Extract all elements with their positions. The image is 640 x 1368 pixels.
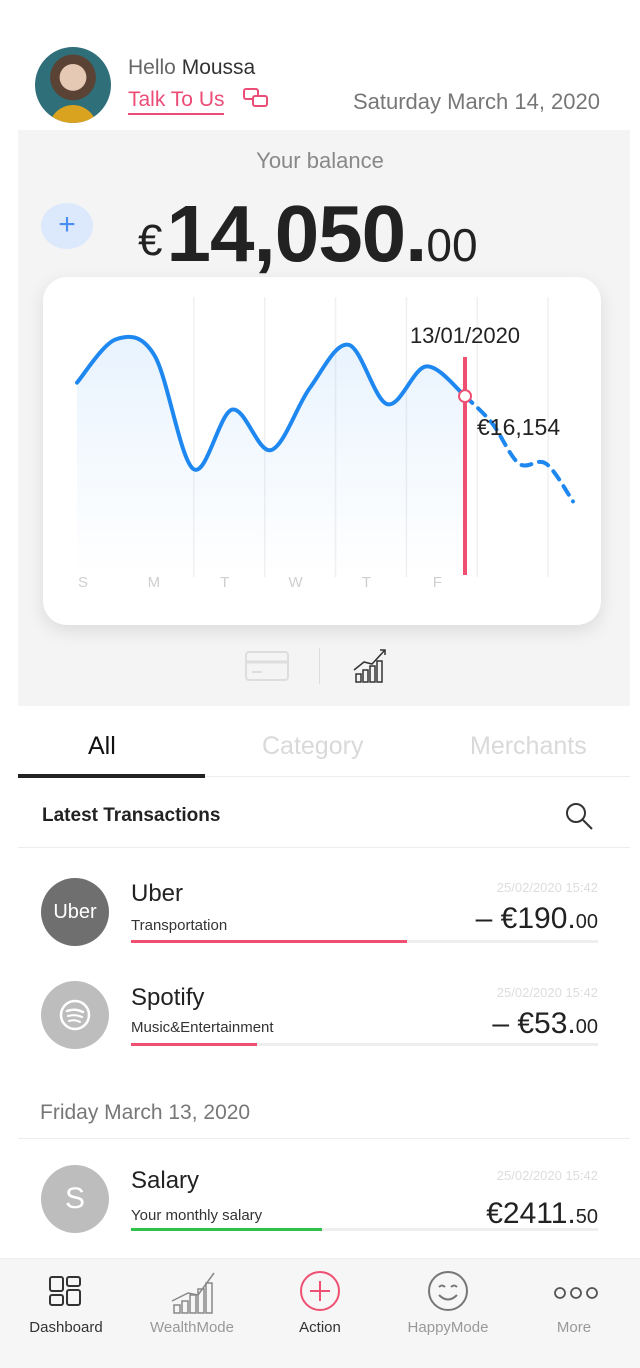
amount-main: – €53.	[492, 1007, 576, 1040]
uber-logo: Uber	[41, 878, 109, 946]
transaction-category: Music&Entertainment	[131, 1019, 274, 1036]
divider	[18, 1138, 630, 1139]
avatar[interactable]	[35, 47, 111, 123]
chat-icon[interactable]	[242, 86, 270, 110]
spend-bar	[131, 940, 598, 943]
balance-integer: 14,050.	[166, 189, 427, 278]
transaction-time: 25/02/2020 15:42	[496, 880, 598, 895]
search-icon[interactable]	[564, 801, 594, 831]
marker-date: 13/01/2020	[410, 323, 520, 348]
transaction-category: Your monthly salary	[131, 1207, 263, 1224]
marker-value: €16,154	[477, 414, 560, 440]
tab-all[interactable]: All	[88, 732, 116, 761]
amount-cents: 50	[575, 1206, 598, 1228]
wealth-chart-icon	[171, 1272, 215, 1314]
more-dots-icon	[554, 1287, 598, 1299]
nav-more[interactable]: More	[510, 1259, 638, 1368]
balance-chart[interactable]: 13/01/2020 €16,154 S M T W T F	[43, 277, 601, 625]
toggle-divider	[319, 648, 320, 684]
talk-to-us-link[interactable]: Talk To Us	[128, 88, 225, 115]
amount-cents: 00	[575, 911, 598, 933]
active-tab-indicator	[18, 774, 205, 778]
greeting-text: Hello	[128, 56, 176, 79]
day-label: T	[220, 574, 229, 591]
salary-logo: S	[41, 1165, 109, 1233]
amount-cents: 00	[575, 1016, 598, 1038]
date-marker-point	[458, 389, 472, 404]
day-label: M	[148, 574, 161, 591]
transaction-time: 25/02/2020 15:42	[496, 985, 598, 1000]
spend-bar-fill	[131, 1228, 323, 1231]
balance-decimal: 00	[426, 219, 478, 271]
spend-bar-fill	[131, 1043, 258, 1046]
nav-label: More	[556, 1319, 592, 1336]
balance-chart-svg: 13/01/2020 €16,154 S M T W T F	[75, 297, 575, 591]
transaction-name: Uber	[131, 880, 184, 907]
tab-category[interactable]: Category	[262, 732, 363, 761]
nav-action[interactable]: Action	[256, 1259, 384, 1368]
nav-happymode[interactable]: HappyMode	[384, 1259, 512, 1368]
greeting: Hello Moussa	[128, 56, 255, 80]
amount-main: €2411.	[486, 1197, 576, 1230]
transaction-name: Spotify	[131, 984, 205, 1011]
bottom-nav: Dashboard WealthMode Action HappyMode Mo…	[0, 1258, 640, 1368]
transaction-name: Salary	[131, 1167, 200, 1194]
nav-wealthmode[interactable]: WealthMode	[128, 1259, 256, 1368]
transaction-amount: – €190.00	[476, 902, 598, 936]
current-date: Saturday March 14, 2020	[352, 89, 600, 114]
group-date: Friday March 13, 2020	[40, 1101, 251, 1124]
transaction-amount: €2411.50	[486, 1197, 598, 1231]
nav-label: Action	[299, 1319, 341, 1336]
plus-icon: +	[58, 208, 76, 241]
nav-label: WealthMode	[150, 1319, 234, 1336]
day-label: S	[78, 574, 88, 591]
chart-growth-icon[interactable]	[350, 644, 390, 684]
spend-bar-fill	[131, 940, 407, 943]
card-icon[interactable]	[244, 650, 290, 682]
day-label: F	[433, 574, 442, 591]
transaction-amount: – €53.00	[492, 1007, 598, 1041]
balance-amount: €14,050.00	[138, 188, 478, 278]
smiley-icon	[428, 1271, 468, 1311]
spotify-icon	[41, 981, 109, 1049]
user-name: Moussa	[181, 56, 256, 79]
nav-label: Dashboard	[29, 1319, 103, 1336]
forecast-line	[463, 394, 575, 504]
currency-symbol: €	[138, 216, 163, 265]
spend-bar	[131, 1228, 598, 1231]
section-title: Latest Transactions	[42, 805, 221, 826]
transaction-time: 25/02/2020 15:42	[496, 1168, 598, 1183]
spend-bar	[131, 1043, 598, 1046]
dashboard-icon	[49, 1276, 81, 1306]
add-funds-button[interactable]: +	[41, 203, 93, 249]
nav-label: HappyMode	[407, 1319, 489, 1336]
transaction-category: Transportation	[131, 917, 228, 934]
day-label: W	[288, 574, 303, 591]
divider	[18, 847, 630, 848]
plus-circle-icon	[300, 1271, 340, 1311]
nav-dashboard[interactable]: Dashboard	[2, 1259, 130, 1368]
balance-label: Your balance	[256, 148, 384, 173]
tab-merchants[interactable]: Merchants	[470, 732, 587, 761]
amount-main: – €190.	[475, 902, 576, 935]
day-label: T	[362, 574, 371, 591]
